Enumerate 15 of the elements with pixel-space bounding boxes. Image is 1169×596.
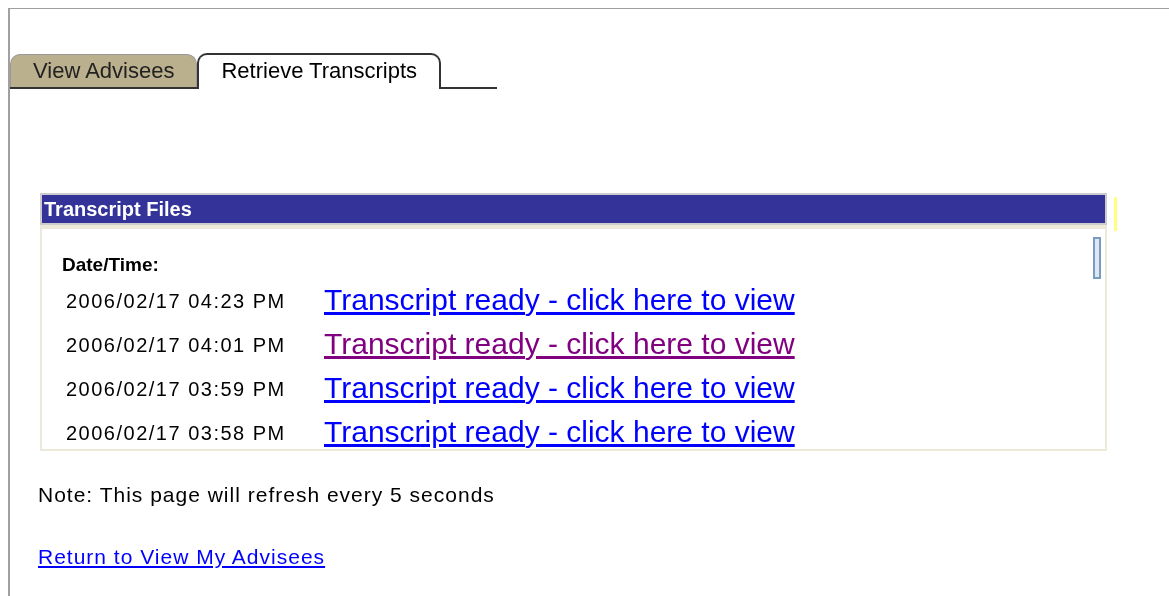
tab[interactable]: View Advisees <box>10 54 198 87</box>
date-time: 2006/02/17 04:01 PM <box>65 332 287 358</box>
tab[interactable]: Retrieve Transcripts <box>197 53 442 89</box>
date-time: 2006/02/17 03:58 PM <box>65 420 287 446</box>
transcript-link[interactable]: Transcript ready - click here to view <box>324 413 795 450</box>
scrollbar-thumb <box>1093 237 1101 279</box>
transcript-link[interactable]: Transcript ready - click here to view <box>324 325 795 362</box>
return-link[interactable]: Return to View My Advisees <box>38 540 326 572</box>
transcript-link[interactable]: Transcript ready - click here to view <box>324 281 795 318</box>
date-time: 2006/02/17 03:59 PM <box>65 376 287 402</box>
column-header: Date/Time: <box>62 253 159 277</box>
transcript-link[interactable]: Transcript ready - click here to view <box>324 369 795 406</box>
panel-header: Transcript Files <box>40 193 1107 225</box>
note-text: Note: This page will refresh every 5 seconds <box>38 482 496 508</box>
date-time: 2006/02/17 04:23 PM <box>65 288 287 314</box>
